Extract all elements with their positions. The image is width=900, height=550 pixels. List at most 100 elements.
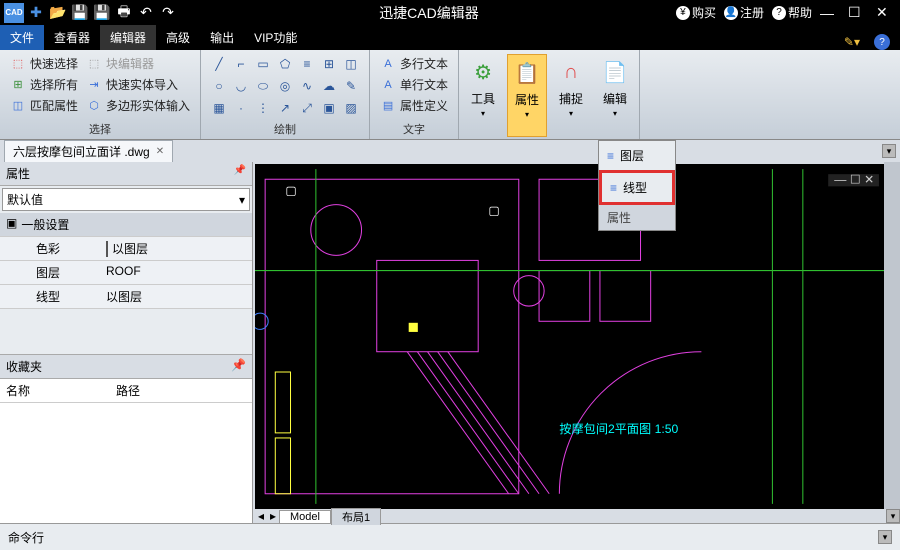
svg-text:▢: ▢ [285,183,297,197]
favorites-pin-icon[interactable]: 📌 [231,358,246,375]
edit-icon: 📄 [599,56,631,88]
svg-text:— ☐ ✕: — ☐ ✕ [834,172,874,186]
pin-icon[interactable]: 📌 [234,165,246,182]
wipeout-tool[interactable]: ▨ [341,98,361,118]
close-tab-icon[interactable]: ✕ [156,146,164,157]
print-icon[interactable]: 🖶 [114,3,134,23]
layout1-tab[interactable]: 布局1 [331,508,381,525]
dropdown-linetype-item[interactable]: ≡线型 [599,170,675,205]
ray-tool[interactable]: ↗ [275,98,295,118]
array-tool[interactable]: ⊞ [319,54,339,74]
ellipse-tool[interactable]: ⬭ [253,76,273,96]
document-tab[interactable]: 六层按摩包间立面详 .dwg ✕ [4,140,173,162]
color-property-row[interactable]: 色彩 以图层 [0,237,252,261]
cloud-tool[interactable]: ☁ [319,76,339,96]
edit-button[interactable]: 📄编辑▾ [595,54,635,137]
register-button[interactable]: 👤注册 [724,4,764,21]
paint-tool[interactable]: ✎ [341,76,361,96]
line-tool[interactable]: ╱ [209,54,229,74]
divide-tool[interactable]: ⋮ [253,98,273,118]
select-all-button[interactable]: ⊞选择所有 [8,75,80,94]
close-button[interactable]: ✕ [876,4,896,21]
model-tab[interactable]: Model [279,510,331,523]
xline-tool[interactable]: ⤢ [297,98,317,118]
menu-viewer[interactable]: 查看器 [44,25,100,50]
singleline-text-button[interactable]: A单行文本 [378,75,450,94]
linetype-label: 线型 [6,288,106,305]
tools-icon: ⚙ [467,56,499,88]
polyline-tool[interactable]: ⌐ [231,54,251,74]
tab-nav-right[interactable]: ▸ [267,509,279,523]
properties-icon: 📋 [511,57,543,89]
properties-panel-header: 属性 📌 [0,162,252,186]
attr-icon: ▤ [380,98,396,114]
tools-button[interactable]: ⚙工具▾ [463,54,503,137]
point-tool[interactable]: · [231,98,251,118]
saveas-icon[interactable]: 💾 [92,3,112,23]
new-icon[interactable]: ✚ [26,3,46,23]
save-icon[interactable]: 💾 [70,3,90,23]
cmdline-expand-button[interactable]: ▾ [878,530,892,544]
hatch-tool[interactable]: ▦ [209,98,229,118]
app-icon: CAD [4,3,24,23]
shape-tool[interactable]: ⬠ [275,54,295,74]
offset-tool[interactable]: ◫ [341,54,361,74]
menu-editor[interactable]: 编辑器 [100,25,156,50]
help-button[interactable]: ?帮助 [772,4,812,21]
properties-button[interactable]: 📋属性▾ [507,54,547,137]
open-icon[interactable]: 📂 [48,3,68,23]
ribbon-group-draw: ╱ ⌐ ▭ ⬠ ≡ ⊞ ◫ ○ ◡ ⬭ ◎ ∿ ☁ ✎ ▦ · ⋮ ↗ ⤢ ▣ [201,50,370,139]
vertical-scrollbar[interactable] [884,162,900,509]
block-editor-button[interactable]: ⬚块编辑器 [84,54,192,73]
fast-solid-import-button[interactable]: ⇥快速实体导入 [84,75,192,94]
layer-icon: ≡ [607,149,614,163]
snap-button[interactable]: ∩捕捉▾ [551,54,591,137]
ribbon-group-text: A多行文本 A单行文本 ▤属性定义 文字 [370,50,459,139]
favorites-title: 收藏夹 [6,358,42,375]
menu-advanced[interactable]: 高级 [156,25,200,50]
minimize-button[interactable]: — [820,5,840,21]
drawing-canvas[interactable]: 按摩包间2平面图 1:50 ▢▢ — ☐ ✕ [255,164,884,509]
linetype-icon: ≡ [610,181,617,195]
dropdown-layer-item[interactable]: ≡图层 [599,141,675,170]
undo-icon[interactable]: ↶ [136,3,156,23]
spline-tool[interactable]: ∿ [297,76,317,96]
tab-nav-left[interactable]: ◂ [255,509,267,523]
ribbon: ⬚快速选择 ⊞选择所有 ◫匹配属性 ⬚块编辑器 ⇥快速实体导入 ⬡多边形实体输入… [0,50,900,140]
general-settings-header[interactable]: ▣一般设置 [0,213,252,237]
app-title: 迅捷CAD编辑器 [182,3,676,23]
multiline-text-button[interactable]: A多行文本 [378,54,450,73]
menu-output[interactable]: 输出 [200,25,244,50]
menubar: 文件 查看器 编辑器 高级 输出 VIP功能 ✎▾ ⎯ ? [0,25,900,50]
region-tool[interactable]: ▣ [319,98,339,118]
canvas-window-controls: — ☐ ✕ [828,172,879,186]
attr-def-button[interactable]: ▤属性定义 [378,96,450,115]
default-value-dropdown[interactable]: 默认值▾ [2,188,250,211]
tabbar-expand-button[interactable]: ▾ [882,144,896,158]
quick-select-button[interactable]: ⬚快速选择 [8,54,80,73]
redo-icon[interactable]: ↷ [158,3,178,23]
canvas-area: 按摩包间2平面图 1:50 ▢▢ — ☐ ✕ ◂ ▸ Model 布局1 ▾ [253,162,900,523]
ring-tool[interactable]: ◎ [275,76,295,96]
match-props-button[interactable]: ◫匹配属性 [8,96,80,115]
layer-value: ROOF [106,264,246,281]
help-circle-icon[interactable]: ? [874,34,890,50]
layer-property-row[interactable]: 图层 ROOF [0,261,252,285]
import-icon: ⇥ [86,77,102,93]
linetype-property-row[interactable]: 线型 以图层 [0,285,252,309]
select-all-icon: ⊞ [10,77,26,93]
command-line[interactable]: 命令行 ▾ [0,523,900,550]
poly-solid-input-button[interactable]: ⬡多边形实体输入 [84,96,192,115]
maximize-button[interactable]: ☐ [848,4,868,21]
buy-button[interactable]: ¥购买 [676,4,716,21]
circle-tool[interactable]: ○ [209,76,229,96]
mirror-tool[interactable]: ≡ [297,54,317,74]
pencil-icon[interactable]: ✎▾ [844,35,860,49]
arc-tool[interactable]: ◡ [231,76,251,96]
menu-file[interactable]: 文件 [0,25,44,50]
document-tabbar: 六层按摩包间立面详 .dwg ✕ ▾ [0,140,900,162]
menu-vip[interactable]: VIP功能 [244,25,307,50]
rect-tool[interactable]: ▭ [253,54,273,74]
canvas-expand-button[interactable]: ▾ [886,509,900,523]
help-small-icon[interactable]: ⎯ [864,35,870,50]
